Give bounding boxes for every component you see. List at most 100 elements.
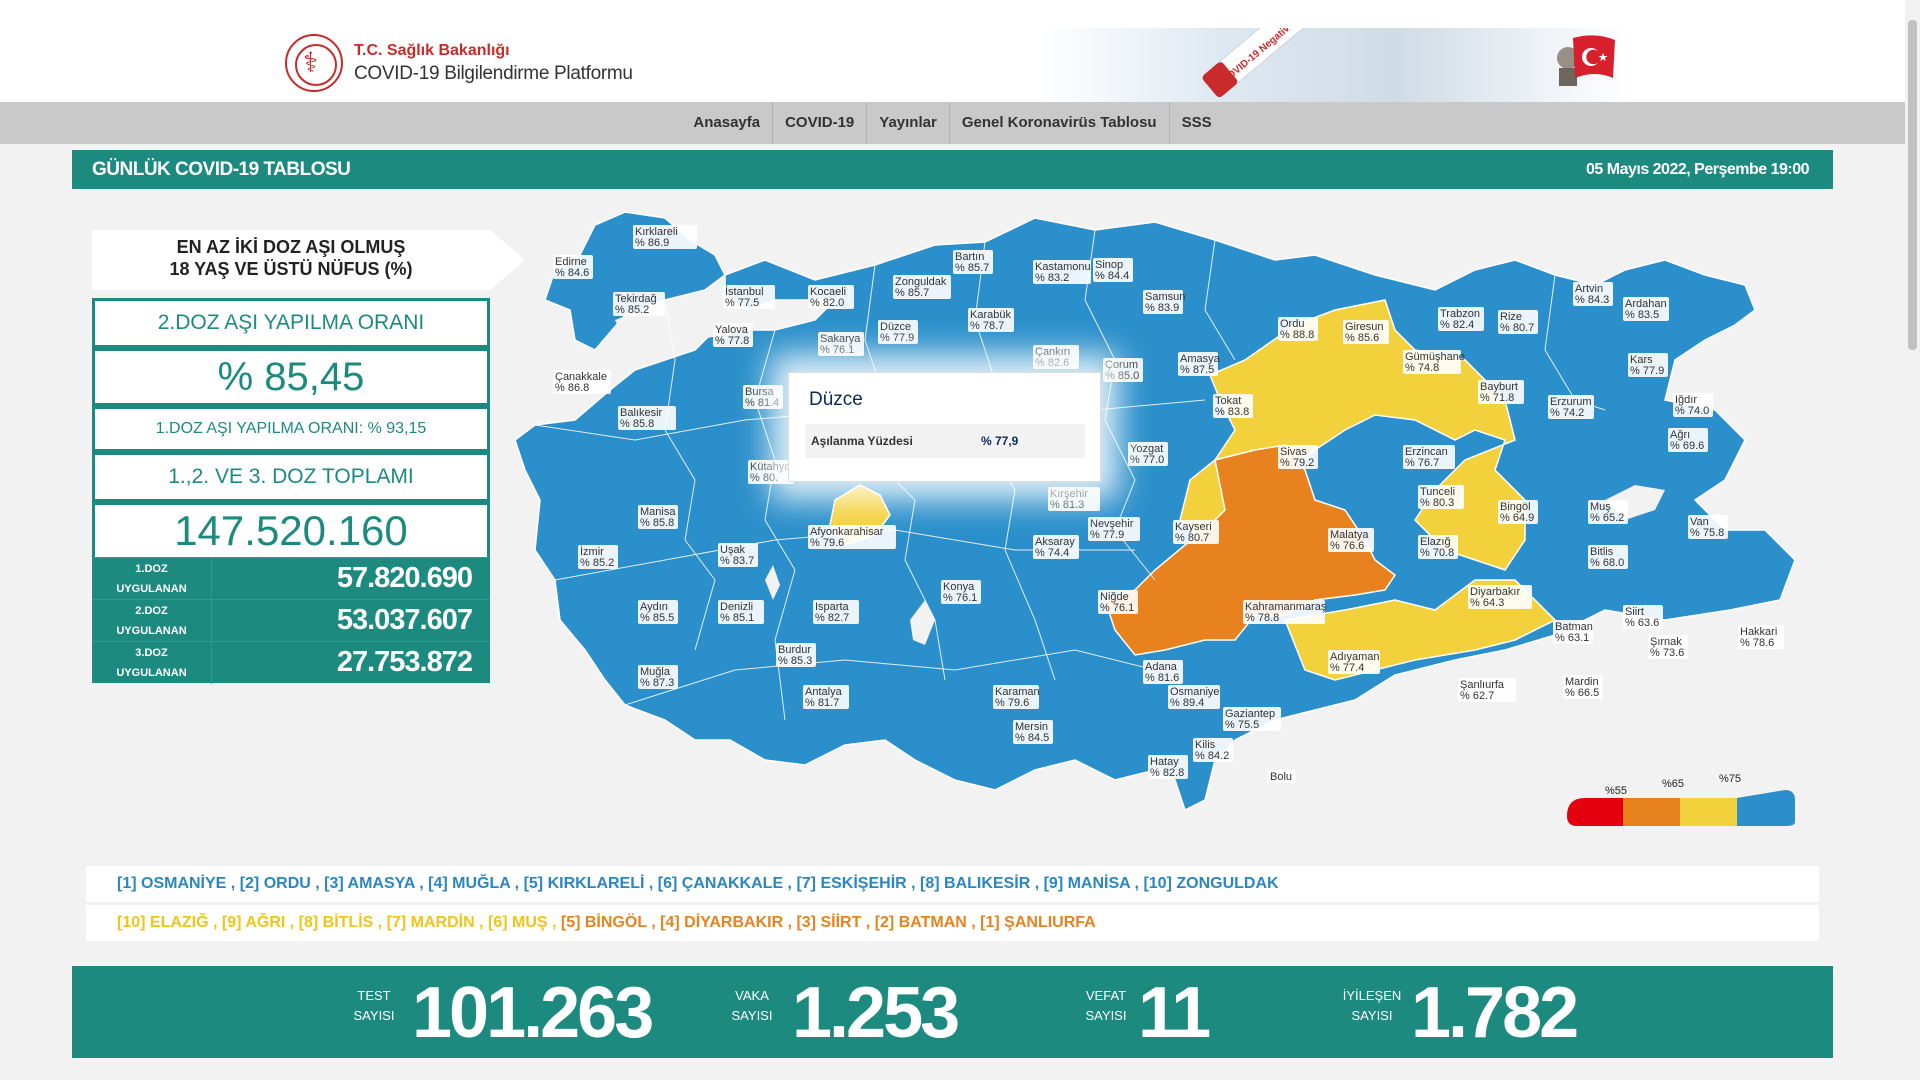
province-label-kocaeli[interactable]: Kocaeli% 82.0 xyxy=(808,285,854,309)
province-label-yalova[interactable]: Yalova% 77.8 xyxy=(713,323,753,347)
province-label-şanlıurfa[interactable]: Şanlıurfa% 62.7 xyxy=(1458,678,1516,702)
province-label-bursa[interactable]: Bursa% 81.4 xyxy=(743,385,783,409)
rank-item[interactable]: [3] SİİRT , xyxy=(796,914,874,931)
province-label-manisa[interactable]: Manisa% 85.8 xyxy=(638,505,678,529)
province-label-bartın[interactable]: Bartın% 85.7 xyxy=(953,250,993,274)
nav-anasayfa[interactable]: Anasayfa xyxy=(681,102,774,144)
province-label-kastamonu[interactable]: Kastamonu% 83.2 xyxy=(1033,260,1091,284)
rank-item[interactable]: [10] ELAZIĞ , xyxy=(117,914,222,931)
province-label-karaman[interactable]: Karaman% 79.6 xyxy=(993,685,1040,709)
rank-item[interactable]: [1] ŞANLIURFA xyxy=(980,914,1096,931)
province-label-i̇zmir[interactable]: İzmir% 85.2 xyxy=(578,545,618,569)
province-label-erzurum[interactable]: Erzurum% 74.2 xyxy=(1548,395,1594,419)
rank-item[interactable]: [7] MARDİN , xyxy=(387,914,488,931)
province-label-adıyaman[interactable]: Adıyaman% 77.4 xyxy=(1328,650,1380,674)
nav-covid19[interactable]: COVID-19 xyxy=(773,102,868,144)
province-label-osmaniye[interactable]: Osmaniye% 89.4 xyxy=(1168,685,1220,709)
province-label-balıkesir[interactable]: Balıkesir% 85.8 xyxy=(618,406,676,430)
nav-sss[interactable]: SSS xyxy=(1170,102,1224,144)
ministry-logo[interactable] xyxy=(285,34,343,92)
province-label-şırnak[interactable]: Şırnak% 73.6 xyxy=(1648,635,1688,659)
province-label-antalya[interactable]: Antalya% 81.7 xyxy=(803,685,849,709)
rank-item[interactable]: [6] MUŞ , xyxy=(488,914,561,931)
rank-item[interactable]: [10] ZONGULDAK xyxy=(1143,875,1278,892)
rank-item[interactable]: [5] KIRKLARELİ , xyxy=(524,875,658,892)
province-label-kars[interactable]: Kars% 77.9 xyxy=(1628,353,1668,377)
rank-item[interactable]: [6] ÇANAKKALE , xyxy=(658,875,797,892)
rank-item[interactable]: [4] MUĞLA , xyxy=(428,875,523,892)
province-label-afyonkarahisar[interactable]: Afyonkarahisar% 79.6 xyxy=(808,525,896,549)
province-label-elazığ[interactable]: Elazığ% 70.8 xyxy=(1418,535,1458,559)
province-label-düzce[interactable]: Düzce% 77.9 xyxy=(878,320,918,344)
province-label-diyarbakır[interactable]: Diyarbakır% 64.3 xyxy=(1468,585,1532,609)
province-label-amasya[interactable]: Amasya% 87.5 xyxy=(1178,352,1221,376)
province-label-i̇stanbul[interactable]: İstanbul% 77.5 xyxy=(723,285,775,309)
province-label-sakarya[interactable]: Sakarya% 76.1 xyxy=(818,332,864,356)
province-label-muş[interactable]: Muş% 65.2 xyxy=(1588,500,1628,524)
province-label-van[interactable]: Van% 75.8 xyxy=(1688,515,1728,539)
rank-item[interactable]: [2] BATMAN , xyxy=(875,914,980,931)
province-label-samsun[interactable]: Samsun% 83.9 xyxy=(1143,290,1185,314)
province-label-kırşehir[interactable]: Kırşehir% 81.3 xyxy=(1048,487,1100,511)
province-label-kilis[interactable]: Kilis% 84.2 xyxy=(1193,738,1233,762)
province-label-trabzon[interactable]: Trabzon% 82.4 xyxy=(1438,307,1484,331)
scrollbar-thumb[interactable] xyxy=(1908,20,1917,350)
province-label-hatay[interactable]: Hatay% 82.8 xyxy=(1148,755,1188,779)
province-label-tunceli[interactable]: Tunceli% 80.3 xyxy=(1418,485,1464,509)
province-label-ordu[interactable]: Ordu% 88.8 xyxy=(1278,317,1318,341)
nav-genel-tablo[interactable]: Genel Koronavirüs Tablosu xyxy=(950,102,1170,144)
province-label-denizli[interactable]: Denizli% 85.1 xyxy=(718,600,764,624)
province-label-siirt[interactable]: Siirt% 63.6 xyxy=(1623,605,1663,629)
province-label-nevşehir[interactable]: Nevşehir% 77.9 xyxy=(1088,517,1140,541)
province-label-malatya[interactable]: Malatya% 76.6 xyxy=(1328,528,1374,552)
rank-item[interactable]: [4] DİYARBAKIR , xyxy=(660,914,796,931)
province-label-çanakkale[interactable]: Çanakkale% 86.8 xyxy=(553,370,611,394)
rank-item[interactable]: [8] BALIKESİR , xyxy=(920,875,1044,892)
province-label-rize[interactable]: Rize% 80.7 xyxy=(1498,310,1538,334)
province-label-çankırı[interactable]: Çankırı% 82.6 xyxy=(1033,345,1079,369)
rank-item[interactable]: [3] AMASYA , xyxy=(324,875,428,892)
province-label-gaziantep[interactable]: Gaziantep% 75.5 xyxy=(1223,707,1281,731)
province-label-tekirdağ[interactable]: Tekirdağ% 85.2 xyxy=(613,292,665,316)
province-label-adana[interactable]: Adana% 81.6 xyxy=(1143,660,1183,684)
province-label-artvin[interactable]: Artvin% 84.3 xyxy=(1573,282,1613,306)
province-label-niğde[interactable]: Niğde% 76.1 xyxy=(1098,590,1138,614)
province-label-edirne[interactable]: Edirne% 84.6 xyxy=(553,255,593,279)
province-label-kırklareli[interactable]: Kırklareli% 86.9 xyxy=(633,225,697,249)
province-label-ağrı[interactable]: Ağrı% 69.6 xyxy=(1668,428,1708,452)
province-label-kayseri[interactable]: Kayseri% 80.7 xyxy=(1173,520,1219,544)
rank-item[interactable]: [5] BİNGÖL , xyxy=(561,914,660,931)
rank-item[interactable]: [1] OSMANİYE , xyxy=(117,875,240,892)
province-label-zonguldak[interactable]: Zonguldak% 85.7 xyxy=(893,275,951,299)
province-label-aksaray[interactable]: Aksaray% 74.4 xyxy=(1033,535,1079,559)
rank-item[interactable]: [9] AĞRI , xyxy=(222,914,299,931)
province-label-erzincan[interactable]: Erzincan% 76.7 xyxy=(1403,445,1455,469)
province-label-gümüşhane[interactable]: Gümüşhane% 74.8 xyxy=(1403,350,1465,374)
province-label-sinop[interactable]: Sinop% 84.4 xyxy=(1093,258,1133,282)
nav-yayinlar[interactable]: Yayınlar xyxy=(867,102,950,144)
province-label-tokat[interactable]: Tokat% 83.8 xyxy=(1213,394,1253,418)
province-label-giresun[interactable]: Giresun% 85.6 xyxy=(1343,320,1389,344)
province-label-bingöl[interactable]: Bingöl% 64.9 xyxy=(1498,500,1538,524)
province-label-mersin[interactable]: Mersin% 84.5 xyxy=(1013,720,1053,744)
province-label-ardahan[interactable]: Ardahan% 83.5 xyxy=(1623,297,1669,321)
province-label-bolu[interactable]: Bolu xyxy=(1268,770,1296,783)
province-label-isparta[interactable]: Isparta% 82.7 xyxy=(813,600,859,624)
province-label-batman[interactable]: Batman% 63.1 xyxy=(1553,620,1593,644)
province-label-kahramanmaraş[interactable]: Kahramanmaraş% 78.8 xyxy=(1243,600,1327,624)
rank-item[interactable]: [9] MANİSA , xyxy=(1044,875,1144,892)
province-label-konya[interactable]: Konya% 76.1 xyxy=(941,580,981,604)
province-label-sivas[interactable]: Sivas% 79.2 xyxy=(1278,445,1318,469)
rank-item[interactable]: [8] BİTLİS , xyxy=(299,914,387,931)
province-label-muğla[interactable]: Muğla% 87.3 xyxy=(638,665,678,689)
rank-item[interactable]: [7] ESKİŞEHİR , xyxy=(796,875,920,892)
turkey-vaccination-map[interactable]: Kırklareli% 86.9 Edirne% 84.6 Tekirdağ% 85… xyxy=(515,200,1835,830)
province-label-mardin[interactable]: Mardin% 66.5 xyxy=(1563,675,1603,699)
rank-item[interactable]: [2] ORDU , xyxy=(240,875,324,892)
province-label-iğdır[interactable]: Iğdır% 74.0 xyxy=(1673,393,1713,417)
province-label-yozgat[interactable]: Yozgat% 77.0 xyxy=(1128,442,1168,466)
province-label-bitlis[interactable]: Bitlis% 68.0 xyxy=(1588,545,1628,569)
province-label-çorum[interactable]: Çorum% 85.0 xyxy=(1103,358,1143,382)
province-label-burdur[interactable]: Burdur% 85.3 xyxy=(776,643,816,667)
province-label-karabük[interactable]: Karabük% 78.7 xyxy=(968,308,1014,332)
